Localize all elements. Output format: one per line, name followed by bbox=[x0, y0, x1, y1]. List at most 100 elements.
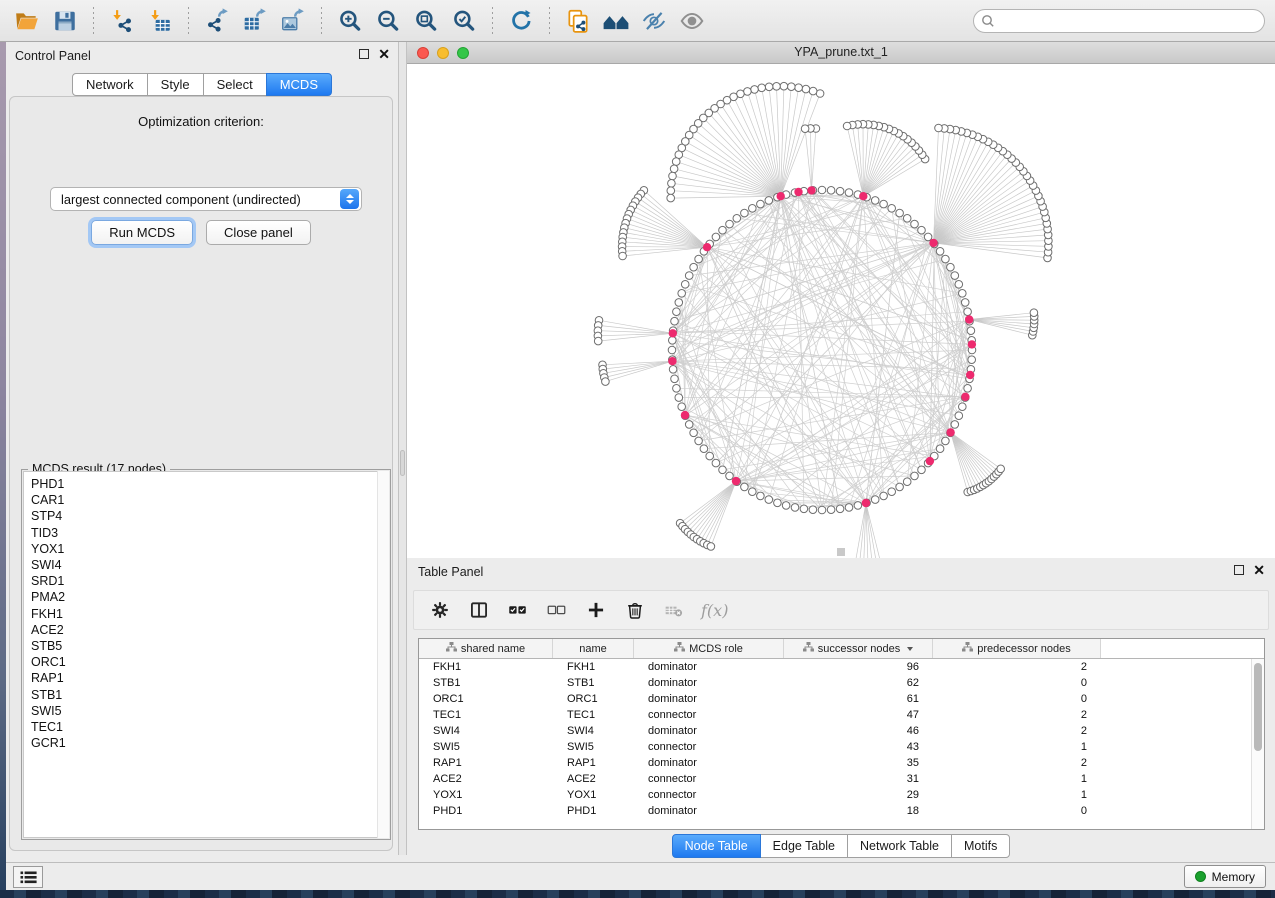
tab-mcds[interactable]: MCDS bbox=[266, 73, 332, 96]
eye-icon[interactable] bbox=[677, 6, 707, 36]
mcds-result-item[interactable]: ACE2 bbox=[31, 622, 388, 638]
close-panel-icon[interactable]: ✕ bbox=[378, 48, 390, 60]
optimization-criterion-label: Optimization criterion: bbox=[10, 114, 392, 129]
optimization-criterion-value: largest connected component (undirected) bbox=[51, 192, 340, 207]
panel-splitter[interactable] bbox=[398, 42, 407, 855]
select-all-rows-icon[interactable] bbox=[506, 598, 530, 622]
memory-button[interactable]: Memory bbox=[1184, 865, 1266, 888]
toolbar-separator bbox=[549, 7, 550, 35]
minimize-window-icon[interactable] bbox=[437, 47, 449, 59]
tab-edge-table[interactable]: Edge Table bbox=[760, 834, 848, 858]
mcds-result-item[interactable]: TID3 bbox=[31, 525, 388, 541]
save-session-icon[interactable] bbox=[50, 6, 80, 36]
column-header-shared-name[interactable]: shared name bbox=[419, 639, 553, 658]
network-window-titlebar[interactable]: YPA_prune.txt_1 bbox=[407, 42, 1275, 64]
table-row[interactable]: PHD1PHD1dominator180 bbox=[419, 803, 1251, 819]
import-network-icon[interactable] bbox=[107, 6, 137, 36]
tab-select[interactable]: Select bbox=[203, 73, 267, 96]
close-table-panel-icon[interactable]: ✕ bbox=[1253, 564, 1265, 576]
mcds-result-item[interactable]: ORC1 bbox=[31, 654, 388, 670]
column-header-successor-nodes[interactable]: successor nodes bbox=[784, 639, 933, 658]
splitter-handle[interactable] bbox=[400, 450, 405, 476]
network-from-selection-icon[interactable] bbox=[563, 6, 593, 36]
table-scrollbar[interactable] bbox=[1251, 659, 1264, 829]
app-main: Control Panel ✕ NetworkStyleSelectMCDS O… bbox=[6, 42, 1275, 862]
function-builder-icon[interactable]: f(x) bbox=[701, 601, 728, 620]
node-table[interactable]: shared namenameMCDS rolesuccessor nodesp… bbox=[418, 638, 1265, 830]
close-panel-button[interactable]: Close panel bbox=[206, 220, 311, 245]
table-row[interactable]: ORC1ORC1dominator610 bbox=[419, 691, 1251, 707]
table-settings-gear-icon[interactable] bbox=[428, 598, 452, 622]
mcds-result-item[interactable]: TEC1 bbox=[31, 719, 388, 735]
table-row[interactable]: SWI5SWI5connector431 bbox=[419, 739, 1251, 755]
create-column-icon[interactable] bbox=[584, 598, 608, 622]
tab-node-table[interactable]: Node Table bbox=[672, 834, 761, 858]
table-row[interactable]: SWI4SWI4dominator462 bbox=[419, 723, 1251, 739]
mcds-result-item[interactable]: SWI4 bbox=[31, 557, 388, 573]
search-icon bbox=[981, 14, 995, 33]
table-row[interactable]: TEC1TEC1connector472 bbox=[419, 707, 1251, 723]
table-cell: TEC1 bbox=[419, 707, 553, 723]
export-image-icon[interactable] bbox=[278, 6, 308, 36]
canvas-resize-thumb[interactable] bbox=[837, 548, 845, 556]
open-file-icon[interactable] bbox=[12, 6, 42, 36]
mcds-result-item[interactable]: YOX1 bbox=[31, 541, 388, 557]
table-scrollbar-thumb[interactable] bbox=[1254, 663, 1262, 751]
export-table-icon[interactable] bbox=[240, 6, 270, 36]
table-row[interactable]: ACE2ACE2connector311 bbox=[419, 771, 1251, 787]
mcds-result-item[interactable]: STP4 bbox=[31, 508, 388, 524]
tab-style[interactable]: Style bbox=[147, 73, 204, 96]
zoom-selected-icon[interactable] bbox=[449, 6, 479, 36]
mcds-result-item[interactable]: GCR1 bbox=[31, 735, 388, 751]
maximize-window-icon[interactable] bbox=[457, 47, 469, 59]
table-toolbar: f(x) bbox=[413, 590, 1269, 630]
tab-network[interactable]: Network bbox=[72, 73, 148, 96]
tab-network-table[interactable]: Network Table bbox=[847, 834, 952, 858]
column-header-name[interactable]: name bbox=[553, 639, 634, 658]
zoom-fit-icon[interactable] bbox=[411, 6, 441, 36]
mcds-result-item[interactable]: SWI5 bbox=[31, 703, 388, 719]
mcds-list-scrollbar[interactable] bbox=[377, 471, 389, 838]
task-history-button[interactable] bbox=[13, 866, 43, 888]
column-header-predecessor-nodes[interactable]: predecessor nodes bbox=[933, 639, 1101, 658]
hide-graphics-icon[interactable] bbox=[639, 6, 669, 36]
table-row[interactable]: YOX1YOX1connector291 bbox=[419, 787, 1251, 803]
refresh-icon[interactable] bbox=[506, 6, 536, 36]
run-mcds-button[interactable]: Run MCDS bbox=[91, 220, 193, 245]
mcds-result-item[interactable]: FKH1 bbox=[31, 606, 388, 622]
tab-motifs[interactable]: Motifs bbox=[951, 834, 1010, 858]
import-table-icon[interactable] bbox=[145, 6, 175, 36]
mcds-result-item[interactable]: PHD1 bbox=[31, 476, 388, 492]
network-graph[interactable] bbox=[407, 64, 1275, 558]
column-header-MCDS-role[interactable]: MCDS role bbox=[634, 639, 784, 658]
float-table-panel-icon[interactable] bbox=[1234, 565, 1244, 575]
show-columns-icon[interactable] bbox=[467, 598, 491, 622]
optimization-criterion-select[interactable]: largest connected component (undirected) bbox=[50, 187, 362, 211]
mcds-result-item[interactable]: CAR1 bbox=[31, 492, 388, 508]
table-row[interactable]: RAP1RAP1dominator352 bbox=[419, 755, 1251, 771]
table-row[interactable]: STB1STB1dominator620 bbox=[419, 675, 1251, 691]
deselect-all-rows-icon[interactable] bbox=[545, 598, 569, 622]
zoom-in-icon[interactable] bbox=[335, 6, 365, 36]
network-view[interactable] bbox=[407, 64, 1275, 558]
mcds-result-item[interactable]: STB5 bbox=[31, 638, 388, 654]
mcds-result-item[interactable]: STB1 bbox=[31, 687, 388, 703]
export-network-icon[interactable] bbox=[202, 6, 232, 36]
overview-binoculars-icon[interactable] bbox=[601, 6, 631, 36]
delete-column-trash-icon[interactable] bbox=[623, 598, 647, 622]
table-cell: 2 bbox=[933, 659, 1101, 675]
close-window-icon[interactable] bbox=[417, 47, 429, 59]
table-cell: 35 bbox=[784, 755, 933, 771]
search-input[interactable] bbox=[973, 9, 1265, 33]
zoom-out-icon[interactable] bbox=[373, 6, 403, 36]
mcds-result-item[interactable]: RAP1 bbox=[31, 670, 388, 686]
table-cell: 29 bbox=[784, 787, 933, 803]
mcds-result-item[interactable]: SRD1 bbox=[31, 573, 388, 589]
table-cell: 2 bbox=[933, 707, 1101, 723]
float-panel-icon[interactable] bbox=[359, 49, 369, 59]
node-table-header: shared namenameMCDS rolesuccessor nodesp… bbox=[419, 639, 1264, 659]
mcds-result-item[interactable]: PMA2 bbox=[31, 589, 388, 605]
mcds-result-list[interactable]: PHD1CAR1STP4TID3YOX1SWI4SRD1PMA2FKH1ACE2… bbox=[23, 471, 389, 838]
delete-table-icon[interactable] bbox=[662, 598, 686, 622]
table-row[interactable]: FKH1FKH1dominator962 bbox=[419, 659, 1251, 675]
